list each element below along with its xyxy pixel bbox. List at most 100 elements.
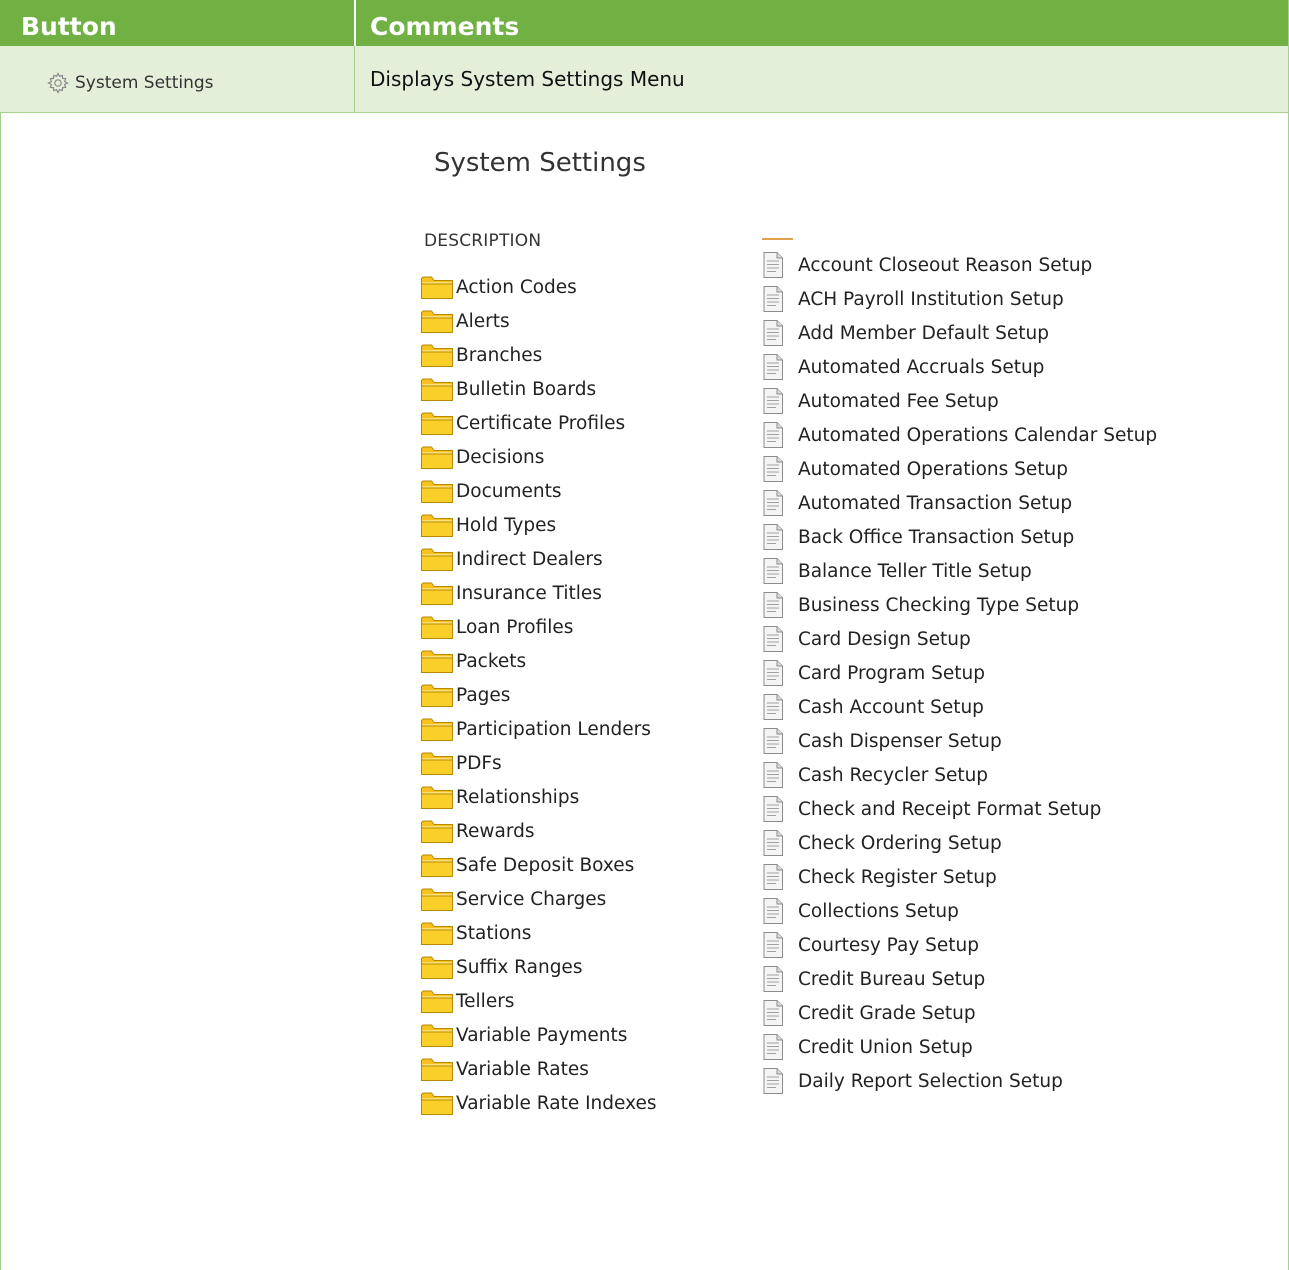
document-icon — [762, 829, 784, 857]
folder-item-documents[interactable]: Documents — [420, 474, 656, 508]
setup-item-automated-transaction-setup[interactable]: Automated Transaction Setup — [762, 486, 1157, 520]
setup-item-automated-accruals-setup[interactable]: Automated Accruals Setup — [762, 350, 1157, 384]
setup-item-courtesy-pay-setup[interactable]: Courtesy Pay Setup — [762, 928, 1157, 962]
folder-icon — [420, 988, 454, 1014]
setup-item-label: Business Checking Type Setup — [798, 594, 1080, 616]
folder-item-suffix-ranges[interactable]: Suffix Ranges — [420, 950, 656, 984]
folder-item-variable-rate-indexes[interactable]: Variable Rate Indexes — [420, 1086, 656, 1120]
setup-item-label: Add Member Default Setup — [798, 322, 1049, 344]
folder-icon — [420, 784, 454, 810]
folder-icon — [420, 852, 454, 878]
document-icon — [762, 761, 784, 789]
folder-icon — [420, 886, 454, 912]
folder-icon — [420, 1022, 454, 1048]
setup-item-label: Daily Report Selection Setup — [798, 1070, 1063, 1092]
folder-icon — [420, 376, 454, 402]
setup-item-label: Credit Union Setup — [798, 1036, 973, 1058]
document-icon — [762, 421, 784, 449]
setup-item-collections-setup[interactable]: Collections Setup — [762, 894, 1157, 928]
document-icon — [762, 897, 784, 925]
document-icon — [762, 251, 784, 279]
setup-item-automated-fee-setup[interactable]: Automated Fee Setup — [762, 384, 1157, 418]
folder-item-label: Packets — [456, 650, 527, 672]
folder-item-label: Hold Types — [456, 514, 557, 536]
folder-item-stations[interactable]: Stations — [420, 916, 656, 950]
setup-item-check-register-setup[interactable]: Check Register Setup — [762, 860, 1157, 894]
folder-item-relationships[interactable]: Relationships — [420, 780, 656, 814]
setup-item-label: Check Register Setup — [798, 866, 997, 888]
folder-item-variable-rates[interactable]: Variable Rates — [420, 1052, 656, 1086]
setup-item-check-and-receipt-format-setup[interactable]: Check and Receipt Format Setup — [762, 792, 1157, 826]
setup-item-card-design-setup[interactable]: Card Design Setup — [762, 622, 1157, 656]
folder-item-packets[interactable]: Packets — [420, 644, 656, 678]
setup-item-label: Check and Receipt Format Setup — [798, 798, 1102, 820]
folder-item-hold-types[interactable]: Hold Types — [420, 508, 656, 542]
folder-item-action-codes[interactable]: Action Codes — [420, 270, 656, 304]
table-header-row: Button Comments — [0, 0, 1289, 46]
setup-item-credit-bureau-setup[interactable]: Credit Bureau Setup — [762, 962, 1157, 996]
setup-item-cash-dispenser-setup[interactable]: Cash Dispenser Setup — [762, 724, 1157, 758]
documentation-table: Button Comments System Settings Displays… — [0, 0, 1289, 1270]
setup-item-add-member-default-setup[interactable]: Add Member Default Setup — [762, 316, 1157, 350]
document-icon — [762, 523, 784, 551]
gear-icon — [46, 71, 70, 95]
folder-item-pages[interactable]: Pages — [420, 678, 656, 712]
folder-item-participation-lenders[interactable]: Participation Lenders — [420, 712, 656, 746]
folder-item-tellers[interactable]: Tellers — [420, 984, 656, 1018]
setup-item-label: Check Ordering Setup — [798, 832, 1002, 854]
table-row: System Settings Displays System Settings… — [0, 46, 1289, 112]
setup-item-card-program-setup[interactable]: Card Program Setup — [762, 656, 1157, 690]
document-icon — [762, 625, 784, 653]
setup-item-label: Credit Grade Setup — [798, 1002, 976, 1024]
setup-item-account-closeout-reason-setup[interactable]: Account Closeout Reason Setup — [762, 248, 1157, 282]
folder-icon — [420, 1056, 454, 1082]
setup-item-credit-grade-setup[interactable]: Credit Grade Setup — [762, 996, 1157, 1030]
setup-item-label: ACH Payroll Institution Setup — [798, 288, 1064, 310]
setup-item-automated-operations-setup[interactable]: Automated Operations Setup — [762, 452, 1157, 486]
folder-icon — [420, 580, 454, 606]
folder-item-alerts[interactable]: Alerts — [420, 304, 656, 338]
header-comments: Comments — [370, 12, 520, 41]
document-icon — [762, 1067, 784, 1095]
folder-item-loan-profiles[interactable]: Loan Profiles — [420, 610, 656, 644]
system-settings-button[interactable]: System Settings — [46, 70, 214, 96]
document-icon — [762, 965, 784, 993]
folder-item-label: Service Charges — [456, 888, 607, 910]
setup-item-business-checking-type-setup[interactable]: Business Checking Type Setup — [762, 588, 1157, 622]
folder-item-branches[interactable]: Branches — [420, 338, 656, 372]
folder-item-label: Variable Rates — [456, 1058, 589, 1080]
folder-icon — [420, 954, 454, 980]
folder-item-rewards[interactable]: Rewards — [420, 814, 656, 848]
setup-item-back-office-transaction-setup[interactable]: Back Office Transaction Setup — [762, 520, 1157, 554]
folder-icon — [420, 716, 454, 742]
folder-item-decisions[interactable]: Decisions — [420, 440, 656, 474]
setup-item-label: Cash Recycler Setup — [798, 764, 989, 786]
folder-item-variable-payments[interactable]: Variable Payments — [420, 1018, 656, 1052]
setup-item-daily-report-selection-setup[interactable]: Daily Report Selection Setup — [762, 1064, 1157, 1098]
folder-item-pdfs[interactable]: PDFs — [420, 746, 656, 780]
document-icon — [762, 591, 784, 619]
table-left-border — [0, 112, 1, 1270]
setup-item-label: Automated Accruals Setup — [798, 356, 1045, 378]
folder-item-insurance-titles[interactable]: Insurance Titles — [420, 576, 656, 610]
setup-item-automated-operations-calendar-setup[interactable]: Automated Operations Calendar Setup — [762, 418, 1157, 452]
folder-item-certificate-profiles[interactable]: Certificate Profiles — [420, 406, 656, 440]
folder-icon — [420, 342, 454, 368]
folder-item-safe-deposit-boxes[interactable]: Safe Deposit Boxes — [420, 848, 656, 882]
setup-item-label: Card Program Setup — [798, 662, 985, 684]
setup-item-ach-payroll-institution-setup[interactable]: ACH Payroll Institution Setup — [762, 282, 1157, 316]
folder-item-label: PDFs — [456, 752, 502, 774]
setup-item-cash-recycler-setup[interactable]: Cash Recycler Setup — [762, 758, 1157, 792]
folder-item-bulletin-boards[interactable]: Bulletin Boards — [420, 372, 656, 406]
setup-item-cash-account-setup[interactable]: Cash Account Setup — [762, 690, 1157, 724]
setup-item-label: Account Closeout Reason Setup — [798, 254, 1093, 276]
setup-item-check-ordering-setup[interactable]: Check Ordering Setup — [762, 826, 1157, 860]
folder-item-label: Rewards — [456, 820, 535, 842]
folder-item-indirect-dealers[interactable]: Indirect Dealers — [420, 542, 656, 576]
folder-icon — [420, 478, 454, 504]
setup-item-label: Automated Operations Calendar Setup — [798, 424, 1158, 446]
folder-item-label: Variable Payments — [456, 1024, 628, 1046]
setup-item-credit-union-setup[interactable]: Credit Union Setup — [762, 1030, 1157, 1064]
folder-item-service-charges[interactable]: Service Charges — [420, 882, 656, 916]
setup-item-balance-teller-title-setup[interactable]: Balance Teller Title Setup — [762, 554, 1157, 588]
